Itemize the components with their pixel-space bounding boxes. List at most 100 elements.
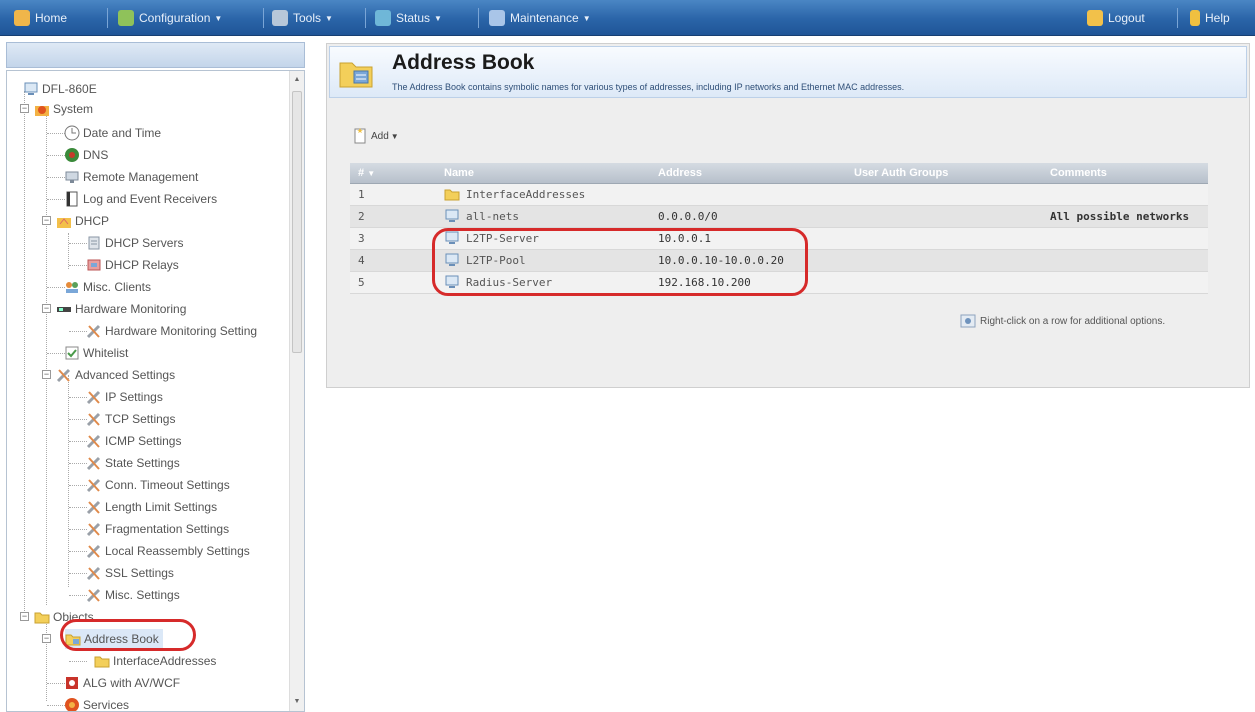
highlight-address-book [60,619,196,651]
sidebar-header [6,42,305,68]
clients-icon [66,282,78,293]
collapse-toggle[interactable]: − [20,104,29,113]
settings-wrench-icon [56,368,71,383]
menu-maintenance[interactable]: Maintenance ▼ [489,0,591,36]
tree-item-dhcp-relays[interactable]: DHCP Relays [86,255,179,275]
add-button[interactable]: Add ▼ [352,125,399,147]
tree-item-dhcp[interactable]: DHCP [56,211,109,231]
tree-item-fragmentation-settings[interactable]: Fragmentation Settings [86,519,229,539]
logout-icon [1087,10,1103,26]
column-header-user-auth-groups[interactable]: User Auth Groups [846,163,1042,184]
settings-wrench-icon [86,588,101,603]
tree-item-tcp-settings[interactable]: TCP Settings [86,409,175,429]
tree-item-local-reassembly-settings[interactable]: Local Reassembly Settings [86,541,250,561]
tools-icon [272,10,288,26]
tree-item-date-and-time[interactable]: Date and Time [64,123,161,143]
logout-button[interactable]: Logout [1087,0,1145,36]
tree-item-whitelist[interactable]: Whitelist [64,343,128,363]
tree-item-ip-settings[interactable]: IP Settings [86,387,163,407]
tree-item-alg-with-av-wcf[interactable]: ALG with AV/WCF [64,673,180,693]
tree-item-misc-settings[interactable]: Misc. Settings [86,585,180,605]
tree-line [47,177,65,178]
tree-item-ssl-settings[interactable]: SSL Settings [86,563,174,583]
row-comments: All possible networks [1042,205,1208,228]
tree-root[interactable]: DFL-860E [23,79,97,99]
dhcp-relay-icon [87,259,101,271]
collapse-toggle[interactable]: − [42,634,51,643]
column-header-address[interactable]: Address [650,163,846,184]
row-number: 4 [350,249,436,272]
menu-configuration[interactable]: Configuration ▼ [118,0,222,36]
menu-status[interactable]: Status ▼ [375,0,442,36]
page-description: The Address Book contains symbolic names… [392,82,905,92]
hardware-monitoring-icon [57,307,71,312]
tree-item-length-limit-settings[interactable]: Length Limit Settings [86,497,217,517]
tree-item-remote-management[interactable]: Remote Management [64,167,198,187]
tree-line [47,155,65,156]
help-icon [1190,10,1200,26]
collapse-toggle[interactable]: − [42,216,51,225]
tree-item-conn-timeout-settings[interactable]: Conn. Timeout Settings [86,475,230,495]
tree-item-hardware-monitoring[interactable]: Hardware Monitoring [56,299,186,319]
menu-home[interactable]: Home [14,0,67,36]
tree-line [47,199,65,200]
tree-line [46,115,47,605]
tree-item-dns[interactable]: DNS [64,145,108,165]
folder-icon [444,189,460,201]
row-number: 1 [350,183,436,206]
column-header-comments[interactable]: Comments [1042,163,1208,184]
address-book-icon [339,62,373,88]
row-address: 0.0.0.0/0 [650,205,846,228]
services-icon [65,698,79,711]
table-row[interactable]: 2 all-nets 0.0.0.0/0 All possible networ… [350,205,1208,228]
tree-item-state-settings[interactable]: State Settings [86,453,180,473]
sort-icon: ▼ [367,168,376,178]
settings-wrench-icon [86,390,101,405]
tree-item-interfaceaddresses[interactable]: InterfaceAddresses [94,651,216,671]
scrollbar-thumb[interactable] [292,91,302,353]
tree-line [47,287,65,288]
tree-line [47,683,65,684]
tree-line [69,265,87,266]
dhcp-server-icon [88,236,100,250]
scroll-up-icon[interactable]: ▲ [290,73,304,87]
tree-item-hardware-monitoring-setting[interactable]: Hardware Monitoring Setting [86,321,257,341]
table-row[interactable]: 1 InterfaceAddresses [350,183,1208,206]
table-header-row: # ▼ Name Address User Auth Groups Commen… [350,163,1208,184]
scroll-down-icon[interactable]: ▼ [290,695,304,709]
tree-item-advanced-settings[interactable]: Advanced Settings [56,365,175,385]
chevron-down-icon: ▼ [214,13,223,23]
sidebar-scrollbar[interactable]: ▲ ▼ [289,71,304,711]
row-comments [1042,271,1208,294]
collapse-toggle[interactable]: − [42,370,51,379]
tree-item-system[interactable]: System [34,99,93,119]
tree-item-log-and-event-receivers[interactable]: Log and Event Receivers [64,189,217,209]
collapse-toggle[interactable]: − [20,612,29,621]
tree-item-services[interactable]: Services [64,695,129,711]
tree-line [68,233,69,269]
column-header-name[interactable]: Name [436,163,650,184]
help-button[interactable]: Help [1190,0,1230,36]
tree-line [69,397,87,398]
add-icon [354,128,366,144]
configuration-icon [118,10,134,26]
row-groups [846,205,1042,228]
highlight-l2tp-rows [432,228,808,296]
tree-content: DFL-860E − System Date and Time DNS Remo… [7,71,289,711]
navigation-tree: DFL-860E − System Date and Time DNS Remo… [6,70,305,712]
panel-header: Address Book The Address Book contains s… [329,46,1247,98]
menu-tools[interactable]: Tools ▼ [272,0,333,36]
device-icon [24,82,38,95]
tree-item-misc-clients[interactable]: Misc. Clients [64,277,151,297]
home-icon [14,10,30,26]
network-address-icon [445,209,459,222]
column-header-number[interactable]: # ▼ [350,163,436,184]
row-comments [1042,249,1208,272]
tree-line [69,463,87,464]
tree-line [47,705,65,706]
collapse-toggle[interactable]: − [42,304,51,313]
tree-line [69,661,87,662]
tree-item-icmp-settings[interactable]: ICMP Settings [86,431,181,451]
tree-item-dhcp-servers[interactable]: DHCP Servers [86,233,183,253]
row-address [650,183,846,206]
